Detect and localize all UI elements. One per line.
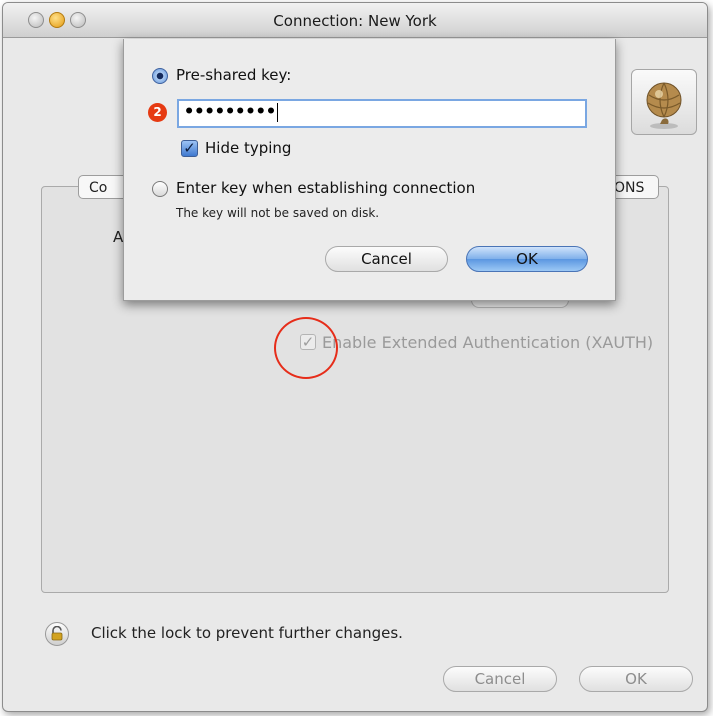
cancel-button[interactable]: Cancel — [443, 666, 557, 692]
hide-typing-label: Hide typing — [205, 139, 292, 157]
password-value: ••••••••• — [184, 102, 277, 122]
sheet-ok-button[interactable]: OK — [466, 246, 588, 272]
key-not-saved-note: The key will not be saved on disk. — [176, 206, 380, 220]
connection-window: Connection: New York Co ONS A ✓ Enable E… — [2, 2, 708, 712]
preshared-key-radio[interactable] — [152, 68, 168, 84]
preshared-key-label: Pre-shared key: — [176, 66, 292, 84]
hide-typing-checkbox[interactable]: ✓ — [181, 140, 198, 157]
lock-icon[interactable] — [45, 622, 69, 646]
lock-hint-text: Click the lock to prevent further change… — [91, 624, 403, 642]
highlight-circle — [274, 317, 338, 379]
ok-button[interactable]: OK — [579, 666, 693, 692]
enter-key-label: Enter key when establishing connection — [176, 179, 476, 197]
panel-label-fragment: A — [113, 228, 124, 246]
enter-key-radio[interactable] — [152, 181, 168, 197]
step-badge: 2 — [148, 103, 167, 122]
sheet-cancel-button[interactable]: Cancel — [325, 246, 448, 272]
network-globe-icon — [631, 69, 697, 135]
window-title: Connection: New York — [273, 12, 437, 30]
xauth-label: Enable Extended Authentication (XAUTH) — [322, 333, 654, 352]
text-caret — [277, 102, 279, 122]
preshared-key-sheet: Pre-shared key: 2 ••••••••• ✓ Hide typin… — [123, 39, 616, 301]
title-bar: Connection: New York — [3, 3, 707, 38]
preshared-key-input[interactable]: ••••••••• — [177, 99, 587, 128]
